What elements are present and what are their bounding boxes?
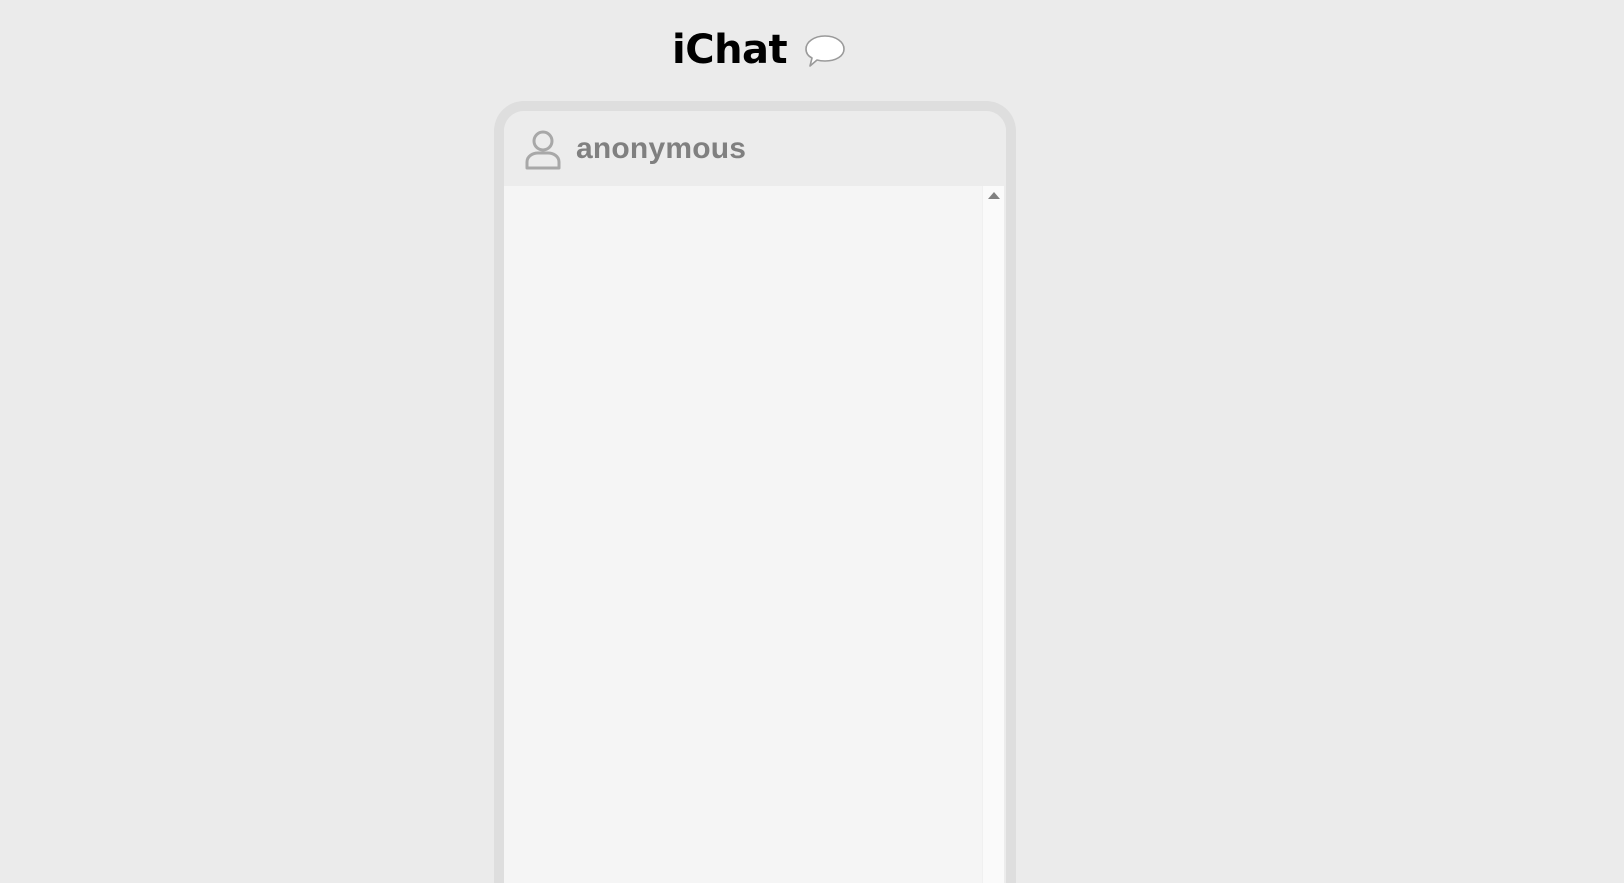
- app-title: iChat: [672, 27, 788, 73]
- username-label: anonymous: [576, 131, 747, 165]
- messages-area[interactable]: [504, 186, 982, 883]
- app-header: iChat: [672, 22, 847, 78]
- chat-header: anonymous: [504, 111, 1006, 186]
- page: iChat anonymous: [0, 0, 1624, 883]
- scroll-up-arrow-icon[interactable]: [988, 192, 1000, 199]
- chat-window: anonymous: [494, 101, 1016, 883]
- messages-scrollbar[interactable]: [982, 186, 1004, 883]
- speech-bubble-icon: [803, 32, 847, 70]
- user-icon[interactable]: [524, 129, 562, 171]
